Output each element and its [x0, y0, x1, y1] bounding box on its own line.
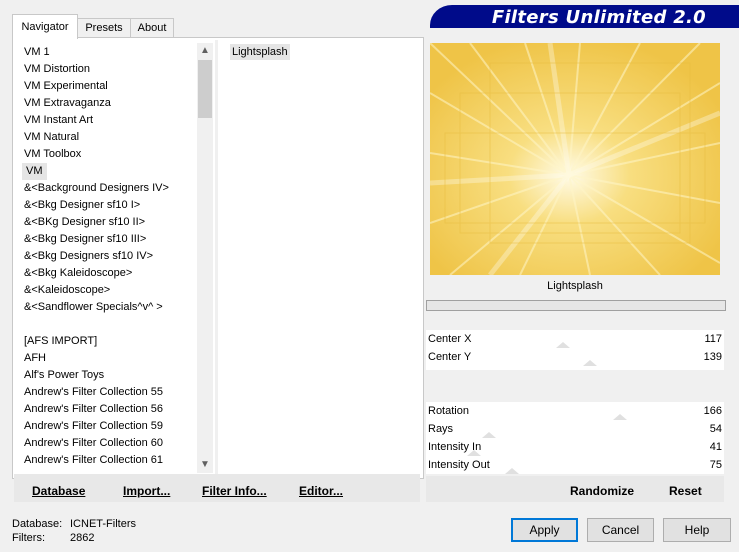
banner-title: Filters Unlimited 2.0 [491, 7, 706, 28]
param-label: Rotation [428, 405, 469, 417]
param-row[interactable]: Rays 54 [426, 422, 724, 438]
category-item[interactable]: Alf's Power Toys [24, 367, 104, 384]
slider-thumb[interactable] [612, 414, 627, 420]
filters-count-value: 2862 [70, 532, 95, 544]
category-item[interactable]: VM Natural [24, 129, 79, 146]
slider-thumb[interactable] [466, 450, 481, 456]
param-value: 166 [703, 405, 722, 417]
param-row [426, 386, 724, 402]
filter-info-button[interactable]: Filter Info... [202, 484, 267, 498]
category-scrollbar[interactable]: ▲ ▼ [197, 43, 213, 473]
category-list[interactable]: VM 1 VM Distortion VM Experimental VM Extra… [14, 43, 197, 473]
editor-button[interactable]: Editor... [299, 484, 343, 498]
category-item[interactable]: Andrew's Filter Collection 55 [24, 384, 163, 401]
filter-item-lightsplash[interactable]: Lightsplash [230, 44, 290, 60]
import-button[interactable]: Import... [123, 484, 170, 498]
category-item[interactable]: AFH [24, 350, 46, 367]
category-item[interactable]: &<Sandflower Specials^v^ > [24, 299, 163, 316]
param-value: 117 [704, 333, 722, 345]
category-item[interactable]: &<BKg Designer sf10 II> [24, 214, 145, 231]
param-row[interactable]: Center Y 139 [426, 350, 724, 366]
param-row[interactable]: Rotation 166 [426, 404, 724, 420]
slider-thumb[interactable] [505, 468, 520, 474]
param-row[interactable]: Intensity In 41 [426, 440, 724, 456]
category-item[interactable]: [AFS IMPORT] [24, 333, 97, 350]
database-value: ICNET-Filters [70, 518, 136, 530]
param-value: 139 [703, 351, 722, 363]
apply-button[interactable]: Apply [511, 518, 578, 542]
list-divider[interactable] [215, 40, 218, 474]
param-label: Center Y [428, 351, 472, 363]
cancel-button[interactable]: Cancel [587, 518, 654, 542]
category-item[interactable]: Andrew's Filter Collection 59 [24, 418, 163, 435]
lightsplash-preview-image [430, 43, 720, 275]
scrollbar-thumb[interactable] [198, 60, 212, 118]
category-item[interactable]: &<Bkg Kaleidoscope> [24, 265, 132, 282]
progress-bar [426, 300, 726, 311]
category-item[interactable]: VM Experimental [24, 78, 108, 95]
param-row[interactable]: Intensity Out 75 [426, 458, 724, 474]
tab-about[interactable]: About [130, 18, 174, 37]
param-value: 75 [709, 459, 722, 471]
slider-thumb[interactable] [481, 432, 496, 438]
preview-filter-name: Lightsplash [547, 280, 603, 292]
category-item[interactable]: VM 1 [24, 44, 50, 61]
database-button[interactable]: Database [32, 484, 85, 498]
category-item[interactable]: Andrew's Filter Collection 60 [24, 435, 163, 452]
param-value: 41 [709, 441, 722, 453]
param-value: 54 [709, 423, 722, 435]
randomize-button[interactable]: Randomize [570, 484, 634, 498]
title-banner: Filters Unlimited 2.0 [430, 5, 739, 28]
slider-thumb[interactable] [556, 342, 571, 348]
slider-thumb[interactable] [582, 360, 597, 366]
scroll-up-icon[interactable]: ▲ [197, 43, 213, 59]
param-row[interactable]: Center X 117 [426, 332, 724, 348]
category-item[interactable]: VM Distortion [24, 61, 90, 78]
reset-button[interactable]: Reset [669, 484, 702, 498]
help-button[interactable]: Help [663, 518, 731, 542]
database-label: Database: [12, 518, 63, 530]
category-item[interactable]: VM Toolbox [24, 146, 81, 163]
category-item[interactable]: VM [22, 163, 47, 180]
filters-count-label: Filters: [12, 532, 45, 544]
param-label: Rays [428, 423, 454, 435]
category-item[interactable]: &<Bkg Designers sf10 IV> [24, 248, 153, 265]
category-item[interactable]: &<Kaleidoscope> [24, 282, 110, 299]
category-item[interactable]: &<Background Designers IV> [24, 180, 169, 197]
filter-preview [430, 43, 720, 275]
category-item[interactable]: VM Instant Art [24, 112, 93, 129]
category-item[interactable]: &<Bkg Designer sf10 I> [24, 197, 140, 214]
scroll-down-icon[interactable]: ▼ [197, 457, 213, 473]
tab-navigator[interactable]: Navigator [12, 14, 78, 39]
category-item[interactable]: VM Extravaganza [24, 95, 111, 112]
param-row [426, 368, 724, 384]
category-item[interactable]: Andrew's Filter Collection 61 [24, 452, 163, 469]
category-item[interactable]: Andrew's Filter Collection 56 [24, 401, 163, 418]
param-label: Center X [428, 333, 472, 345]
category-item[interactable]: &<Bkg Designer sf10 III> [24, 231, 146, 248]
param-label: Intensity Out [428, 459, 490, 471]
tab-presets[interactable]: Presets [77, 18, 131, 37]
